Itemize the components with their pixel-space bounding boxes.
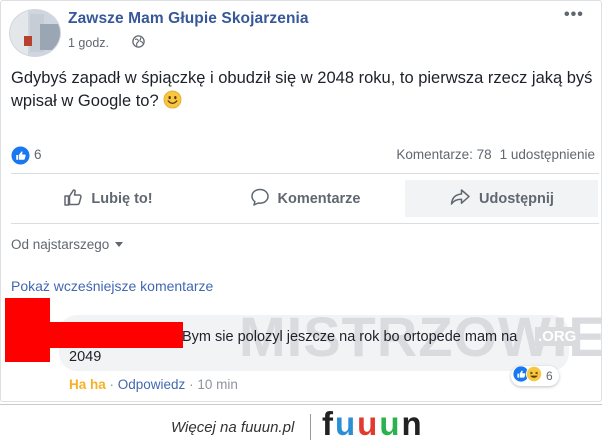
comment-sort-dropdown[interactable]: Od najstarszego [11, 237, 124, 252]
page-name-link[interactable]: Zawsze Mam Głupie Skojarzenia [68, 10, 309, 28]
share-button[interactable]: Udostępnij [405, 180, 598, 217]
logo-letter: u [379, 405, 402, 442]
comment-count-link[interactable]: Komentarze: 78 [396, 147, 491, 162]
smile-emoji-icon [163, 90, 182, 116]
post-card: Zawsze Mam Głupie Skojarzenia 1 godz. ••… [0, 0, 602, 402]
like-count[interactable]: 6 [34, 147, 42, 162]
haha-reaction-link[interactable]: Ha ha [69, 377, 106, 392]
haha-reaction-icon [526, 365, 542, 387]
footer-separator [310, 414, 311, 440]
divider [11, 173, 599, 174]
post-stats: Komentarze: 78 1 udostępnienie [396, 147, 595, 162]
logo-letter: n [401, 405, 424, 442]
logo-letter: u [357, 405, 380, 442]
logo-letter: f [322, 405, 335, 442]
like-button-label: Lubię to! [91, 190, 153, 207]
comment-time[interactable]: 10 min [197, 377, 238, 392]
share-count-link[interactable]: 1 udostępnienie [500, 147, 595, 162]
comment-button[interactable]: Komentarze [208, 180, 402, 217]
footer-text: Więcej na fuuun.pl [171, 419, 295, 436]
share-button-label: Udostępnij [479, 190, 554, 207]
post-time[interactable]: 1 godz. [68, 36, 109, 50]
comment-reactions[interactable]: 6 [511, 365, 559, 387]
more-options-icon[interactable]: ••• [564, 6, 584, 24]
fuuun-logo: fuuun [322, 405, 424, 443]
post-text: Gdybyś zapadł w śpiączkę i obudził się w… [11, 67, 596, 116]
reply-link[interactable]: Odpowiedz [118, 377, 186, 392]
redacted-commenter-name [37, 322, 183, 348]
page-avatar[interactable] [9, 9, 61, 57]
like-reaction-icon[interactable] [11, 146, 30, 170]
caret-down-icon [115, 242, 124, 247]
like-button[interactable]: Lubię to! [11, 180, 205, 217]
reaction-count: 6 [546, 369, 553, 383]
thumbs-up-icon [63, 187, 83, 211]
logo-letter: u [335, 405, 358, 442]
globe-icon [132, 35, 145, 53]
post-text-content: Gdybyś zapadł w śpiączkę i obudził się w… [11, 69, 593, 110]
sort-label: Od najstarszego [11, 237, 110, 252]
footer-divider [0, 404, 602, 405]
load-earlier-comments-link[interactable]: Pokaż wcześniejsze komentarze [11, 278, 213, 294]
divider [11, 223, 599, 224]
share-icon [449, 187, 471, 211]
comment-meta: Ha ha · Odpowiedz · 10 min [69, 377, 238, 392]
comment-icon [250, 187, 270, 211]
comment-button-label: Komentarze [277, 190, 361, 207]
